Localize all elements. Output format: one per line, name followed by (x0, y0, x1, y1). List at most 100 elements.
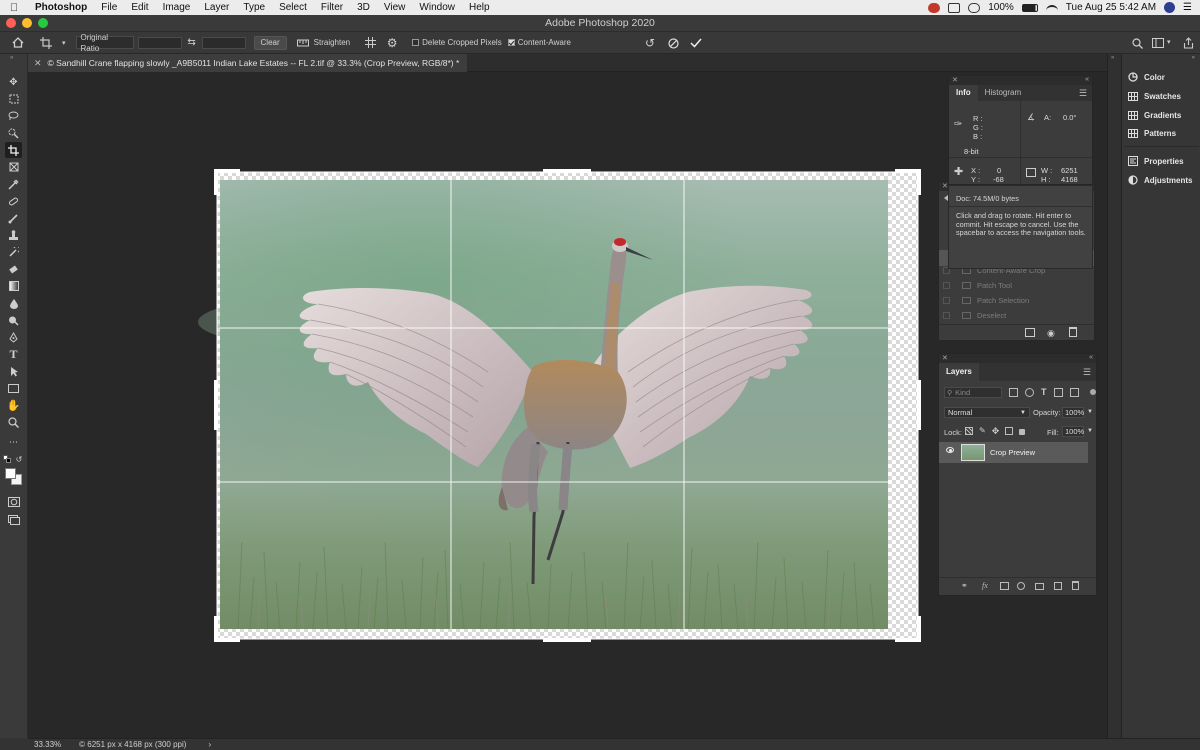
menu-layer[interactable]: Layer (197, 0, 236, 15)
control-center-icon[interactable]: ☰ (1183, 2, 1192, 13)
toolbar-collapse-icon[interactable]: » (10, 55, 13, 61)
add-mask-icon[interactable] (1000, 582, 1009, 590)
collapsed-dock-arrow[interactable]: « (1192, 55, 1195, 61)
filter-pixel-icon[interactable] (1009, 388, 1018, 397)
filter-shape-icon[interactable] (1053, 388, 1063, 397)
layers-panel-menu-icon[interactable]: ☰ (1083, 367, 1091, 378)
info-panel-close-icon[interactable]: ✕ (952, 76, 958, 84)
fill-arrow[interactable]: ▼ (1087, 428, 1093, 434)
menu-image[interactable]: Image (156, 0, 198, 15)
workspace-icon[interactable] (1150, 35, 1166, 51)
gradients-panel-button[interactable]: Gradients (1128, 110, 1181, 120)
more-tools-icon[interactable]: ⋯ (5, 434, 22, 450)
lock-all-icon[interactable] (1019, 429, 1026, 435)
menubar-clock[interactable]: Tue Aug 25 5:42 AM (1066, 2, 1156, 13)
new-document-from-state-icon[interactable] (1025, 328, 1035, 337)
tab-info[interactable]: Info (949, 85, 978, 101)
history-item[interactable]: Patch Selection (943, 296, 1029, 305)
menu-window[interactable]: Window (412, 0, 462, 15)
zoom-level[interactable]: 33.33% (34, 740, 61, 749)
crop-tool-icon[interactable] (5, 142, 22, 158)
straighten-label[interactable]: Straighten (314, 38, 350, 47)
new-layer-icon[interactable] (1054, 582, 1062, 590)
new-snapshot-icon[interactable]: ◉ (1047, 328, 1055, 339)
wifi-icon[interactable] (1045, 4, 1058, 11)
home-icon[interactable] (10, 35, 26, 51)
filter-adjustment-icon[interactable] (1025, 388, 1034, 397)
hand-tool-icon[interactable]: ✋ (5, 397, 22, 413)
dodge-tool-icon[interactable] (5, 312, 22, 328)
layers-panel-collapse-icon[interactable]: « (1089, 354, 1093, 361)
history-item[interactable]: Patch Tool (943, 281, 1012, 290)
zoom-tool-icon[interactable] (5, 414, 22, 430)
opacity-input[interactable]: 100% (1062, 407, 1084, 418)
link-layers-icon[interactable]: ⚭ (961, 581, 968, 590)
info-panel-menu-icon[interactable]: ☰ (1079, 88, 1087, 99)
new-adjustment-layer-icon[interactable] (1017, 582, 1025, 590)
rectangle-tool-icon[interactable] (5, 380, 22, 396)
menu-app[interactable]: Photoshop (28, 0, 94, 15)
cancel-crop-icon[interactable] (665, 35, 681, 51)
lasso-tool-icon[interactable] (5, 108, 22, 124)
quick-mask-icon[interactable] (5, 494, 22, 510)
history-item-checkbox[interactable] (943, 282, 950, 289)
menu-view[interactable]: View (377, 0, 413, 15)
commit-crop-icon[interactable] (688, 35, 704, 51)
frame-tool-icon[interactable] (5, 159, 22, 175)
menu-type[interactable]: Type (236, 0, 272, 15)
filter-type-icon[interactable]: T (1041, 388, 1047, 397)
history-item[interactable]: Deselect (943, 311, 1006, 320)
gradient-tool-icon[interactable] (5, 278, 22, 294)
path-selection-tool-icon[interactable] (5, 363, 22, 379)
close-tab-icon[interactable]: ✕ (34, 58, 42, 69)
healing-brush-tool-icon[interactable] (5, 193, 22, 209)
delete-layer-icon[interactable] (1072, 581, 1079, 590)
battery-icon[interactable] (1021, 3, 1038, 12)
info-panel-collapse-icon[interactable]: « (1085, 76, 1089, 83)
layers-panel-close-icon[interactable]: ✕ (942, 354, 948, 362)
menu-select[interactable]: Select (272, 0, 314, 15)
patterns-panel-button[interactable]: Patterns (1128, 128, 1176, 138)
new-group-icon[interactable] (1035, 583, 1044, 590)
eraser-tool-icon[interactable] (5, 261, 22, 277)
menu-file[interactable]: File (94, 0, 124, 15)
lock-image-pixels-icon[interactable]: ✎ (979, 427, 986, 435)
layer-thumbnail[interactable] (961, 444, 985, 461)
history-panel-close-icon[interactable]: ✕ (942, 182, 948, 190)
straighten-icon[interactable] (295, 35, 311, 51)
properties-panel-button[interactable]: Properties (1128, 156, 1184, 166)
status-menu-arrow-icon[interactable]: › (208, 740, 211, 749)
menu-edit[interactable]: Edit (124, 0, 155, 15)
color-panel-button[interactable]: Color (1128, 72, 1165, 82)
type-tool-icon[interactable]: T (5, 346, 22, 362)
adjustments-panel-button[interactable]: Adjustments (1128, 175, 1192, 185)
layer-style-icon[interactable]: fx (982, 581, 988, 590)
history-item-checkbox[interactable] (943, 312, 950, 319)
layer-filter-select[interactable]: ⚲ Kind (944, 387, 1002, 398)
content-aware-checkbox-box[interactable] (507, 39, 515, 46)
move-tool-icon[interactable]: ✥ (5, 74, 22, 90)
lock-artboard-icon[interactable] (1005, 427, 1014, 435)
pen-tool-icon[interactable] (5, 329, 22, 345)
search-icon[interactable] (1129, 35, 1145, 51)
ratio-width-input[interactable] (137, 36, 182, 49)
clone-stamp-tool-icon[interactable] (5, 227, 22, 243)
crop-settings-gear-icon[interactable]: ⚙ (384, 35, 400, 51)
screen-mode-icon[interactable] (5, 512, 22, 528)
clear-button[interactable]: Clear (253, 35, 287, 50)
brush-tool-icon[interactable] (5, 210, 22, 226)
history-brush-tool-icon[interactable] (5, 244, 22, 260)
reset-crop-icon[interactable]: ↺ (642, 35, 658, 51)
share-icon[interactable] (1180, 35, 1196, 51)
workspace-dropdown-arrow[interactable]: ▾ (1167, 38, 1171, 46)
tab-layers[interactable]: Layers (939, 363, 979, 381)
menu-filter[interactable]: Filter (314, 0, 350, 15)
apple-menu-icon[interactable]:  (0, 2, 28, 14)
overlay-grid-icon[interactable] (362, 35, 378, 51)
content-aware-checkbox[interactable]: Content-Aware (507, 38, 571, 47)
menu-extra-icon[interactable] (948, 2, 961, 13)
swatches-panel-button[interactable]: Swatches (1128, 91, 1181, 101)
default-colors-icon[interactable] (2, 454, 12, 464)
blur-tool-icon[interactable] (5, 295, 22, 311)
delete-cropped-pixels-checkbox[interactable]: Delete Cropped Pixels (412, 38, 502, 47)
